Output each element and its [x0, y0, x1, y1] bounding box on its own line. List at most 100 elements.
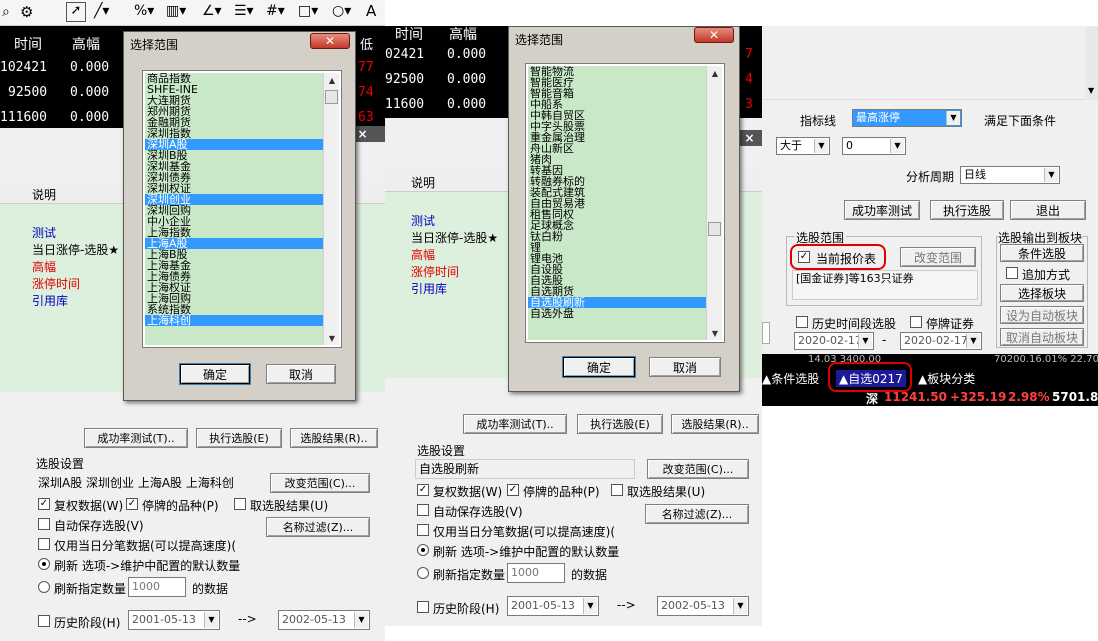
list-item[interactable]: 引用库	[411, 280, 447, 297]
suspend-checkbox[interactable]: ✓	[126, 498, 138, 510]
list-item[interactable]: 高幅	[411, 246, 435, 263]
list-item[interactable]: SHFE-INE	[145, 84, 323, 95]
list-item[interactable]: 上海科创	[145, 315, 323, 326]
gear-icon[interactable]: ⚙	[20, 3, 33, 21]
select-block-button[interactable]: 选择板块	[1000, 284, 1084, 302]
list-item[interactable]: 自由贸易港	[528, 198, 706, 209]
list-item[interactable]: 引用库	[32, 292, 68, 309]
line-icon[interactable]: ╱▾	[94, 3, 109, 19]
select-result-button[interactable]: 选股结果(R)..	[671, 414, 759, 434]
scroll-thumb[interactable]	[325, 90, 338, 104]
text-icon[interactable]: A	[366, 2, 376, 20]
scroll-thumb[interactable]	[708, 222, 721, 236]
history-checkbox[interactable]	[796, 316, 808, 328]
suspend-checkbox[interactable]: ✓	[507, 484, 519, 496]
success-test-button[interactable]: 成功率测试(T)..	[463, 414, 567, 434]
list-item[interactable]: 装配式建筑	[528, 187, 706, 198]
tab-condition-select[interactable]: ▲条件选股	[762, 370, 820, 387]
autosave-checkbox[interactable]	[417, 504, 429, 516]
ok-button[interactable]: 确定	[179, 363, 251, 385]
name-filter-button[interactable]: 名称过滤(Z)...	[645, 504, 749, 524]
list-item[interactable]: 当日涨停-选股★	[32, 241, 119, 258]
tick-checkbox[interactable]	[38, 538, 50, 550]
date-to-combo[interactable]: 2002-05-13 ▼	[657, 596, 749, 616]
cancel-auto-block-button[interactable]: 取消自动板块	[1000, 328, 1084, 346]
list-item[interactable]: 锂电池	[528, 253, 706, 264]
market-listbox[interactable]: 商品指数 SHFE-INE 大连期货 郑州期货 金融期货 深圳指数 深圳A股 深圳B股 深圳基金…	[142, 70, 342, 348]
list-item[interactable]: 自选股	[528, 275, 706, 286]
list-item[interactable]: 中字头股票	[528, 121, 706, 132]
list-item[interactable]: 中韩自贸区	[528, 110, 706, 121]
list-item[interactable]: 高幅	[32, 258, 56, 275]
count-input[interactable]: 1000	[507, 563, 565, 583]
date-from-combo[interactable]: 2001-05-13 ▼	[507, 596, 599, 616]
list-item[interactable]: 转基因	[528, 165, 706, 176]
rect-icon[interactable]: □▾	[298, 3, 318, 19]
refresh-specified-radio[interactable]	[417, 567, 429, 579]
exec-select-button[interactable]: 执行选股	[930, 200, 1004, 220]
ok-button[interactable]: 确定	[562, 356, 636, 378]
list-item[interactable]: 大连期货	[145, 95, 323, 106]
list-item[interactable]: 自选股刷新	[528, 297, 706, 308]
list-item[interactable]: 测试	[32, 224, 56, 241]
list-item[interactable]: 租售同权	[528, 209, 706, 220]
cond-select-button[interactable]: 条件选股	[1000, 244, 1084, 262]
list-item[interactable]: 深圳创业	[145, 194, 323, 205]
cancel-button[interactable]: 取消	[266, 364, 336, 384]
tab-block-category[interactable]: ▲板块分类	[918, 370, 976, 387]
list-item[interactable]: 钛白粉	[528, 231, 706, 242]
refresh-default-radio[interactable]	[417, 544, 429, 556]
exec-select-button[interactable]: 执行选股(E)	[196, 428, 282, 448]
list-item[interactable]: 智能医疗	[528, 77, 706, 88]
suspended-checkbox[interactable]	[910, 316, 922, 328]
list-item[interactable]: 深圳A股	[145, 139, 323, 150]
operator-combo[interactable]: 大于 ▼	[776, 137, 830, 155]
list-item[interactable]: 舟山新区	[528, 143, 706, 154]
list-item[interactable]: 猪肉	[528, 154, 706, 165]
list-item[interactable]: 自选外盘	[528, 308, 706, 319]
list-item[interactable]: 上海回购	[145, 293, 323, 304]
append-checkbox[interactable]	[1006, 267, 1018, 279]
close-icon[interactable]: ✕	[310, 33, 350, 49]
select-result-button[interactable]: 选股结果(R)..	[290, 428, 378, 448]
date-from-combo[interactable]: 2020-02-17 ▼	[794, 332, 874, 350]
circle-icon[interactable]: ○▾	[332, 3, 351, 19]
list-item[interactable]: 中小企业	[145, 216, 323, 227]
autosave-checkbox[interactable]	[38, 518, 50, 530]
success-test-button[interactable]: 成功率测试	[844, 200, 920, 220]
scroll-down-icon[interactable]: ▼	[1088, 86, 1094, 95]
list-item[interactable]: 涨停时间	[32, 275, 80, 292]
list-item[interactable]: 上海指数	[145, 227, 323, 238]
list-item[interactable]: 深圳B股	[145, 150, 323, 161]
close-icon[interactable]: ✕	[694, 27, 734, 43]
list-item[interactable]: 自选期货	[528, 286, 706, 297]
current-quote-checkbox[interactable]: ✓	[798, 251, 810, 263]
percent-icon[interactable]: %▾	[134, 3, 154, 19]
list-item[interactable]: 锂	[528, 242, 706, 253]
list-item[interactable]: 上海债券	[145, 271, 323, 282]
grid-icon[interactable]: ▥▾	[166, 3, 186, 19]
tick-checkbox[interactable]	[417, 524, 429, 536]
list-item[interactable]: 深圳债券	[145, 172, 323, 183]
date-from-combo[interactable]: 2001-05-13 ▼	[128, 610, 220, 630]
value-combo[interactable]: 0 ▼	[842, 137, 906, 155]
date-to-combo[interactable]: 2020-02-17 ▼	[900, 332, 982, 350]
period-combo[interactable]: 日线 ▼	[960, 166, 1060, 184]
list-item[interactable]: 当日涨停-选股★	[411, 229, 498, 246]
list-item[interactable]: 测试	[411, 212, 435, 229]
list-item[interactable]: 足球概念	[528, 220, 706, 231]
cursor-icon[interactable]: ➚	[66, 2, 86, 22]
change-range-button[interactable]: 改变范围(C)...	[647, 459, 749, 479]
history-checkbox[interactable]	[417, 601, 429, 613]
scroll-down-icon[interactable]: ▼	[324, 331, 340, 345]
exec-select-button[interactable]: 执行选股(E)	[577, 414, 663, 434]
scrollbar[interactable]: ▲ ▼	[323, 73, 339, 345]
align-icon[interactable]: ☰▾	[234, 3, 254, 19]
scroll-up-icon[interactable]: ▲	[324, 73, 340, 87]
angle-icon[interactable]: ∠▾	[202, 3, 222, 19]
indicator-combo[interactable]: 最高涨停 ▼	[852, 109, 962, 127]
list-item[interactable]: 上海基金	[145, 260, 323, 271]
hash-icon[interactable]: #▾	[266, 3, 285, 19]
scroll-up-icon[interactable]: ▲	[707, 66, 723, 80]
search-icon[interactable]: ⌕	[2, 4, 10, 20]
